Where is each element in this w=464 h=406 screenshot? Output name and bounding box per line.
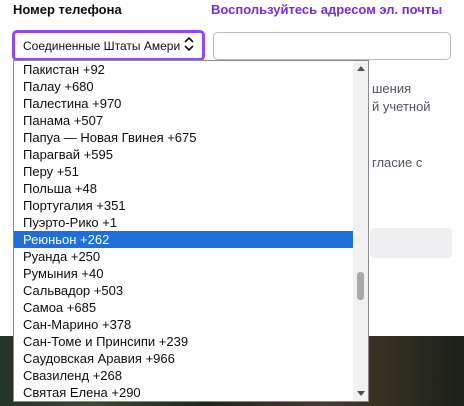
country-option[interactable]: Сальвадор +503 [14, 282, 353, 299]
country-option[interactable]: Пуэрто-Рико +1 [14, 214, 353, 231]
country-option[interactable]: Палестина +970 [14, 95, 353, 112]
triangle-up-icon[interactable] [353, 61, 368, 76]
country-select-value: Соединенные Штаты Америки +1 [23, 38, 180, 53]
dropdown-scrollbar[interactable] [353, 61, 368, 401]
country-option[interactable]: Папуа — Новая Гвинея +675 [14, 129, 353, 146]
country-option[interactable]: Руанда +250 [14, 248, 353, 265]
country-option[interactable]: Пакистан +92 [14, 61, 353, 78]
country-option[interactable]: Сан-Марино +378 [14, 316, 353, 333]
triangle-down-icon[interactable] [353, 386, 368, 401]
country-option[interactable]: Португалия +351 [14, 197, 353, 214]
scrollbar-thumb[interactable] [357, 272, 364, 300]
partial-text-line-2: й учетной [372, 99, 431, 114]
country-option[interactable]: Свазиленд +268 [14, 367, 353, 384]
country-dropdown-list[interactable]: Пакистан +92 Палау +680 Палестина +970 Пана… [13, 60, 369, 402]
country-option[interactable]: Святая Елена +290 [14, 384, 353, 401]
chevron-up-down-icon [184, 36, 194, 54]
country-option[interactable]: Парагвай +595 [14, 146, 353, 163]
country-option[interactable]: Панама +507 [14, 112, 353, 129]
country-option[interactable]: Саудовская Аравия +966 [14, 350, 353, 367]
country-option[interactable]: Сан-Томе и Принсипи +239 [14, 333, 353, 350]
partial-text-line-3: гласие с [372, 155, 423, 170]
background-field [370, 228, 452, 258]
country-option[interactable]: Перу +51 [14, 163, 353, 180]
country-option-selected[interactable]: Реюньон +262 [14, 231, 353, 248]
phone-number-input[interactable] [213, 32, 451, 60]
partial-text-line-1: шения [372, 81, 412, 96]
country-option[interactable]: Польша +48 [14, 180, 353, 197]
country-option[interactable]: Палау +680 [14, 78, 353, 95]
country-options: Пакистан +92 Палау +680 Палестина +970 Пана… [14, 61, 353, 401]
phone-number-label: Номер телефона [13, 2, 122, 17]
country-option[interactable]: Самоа +685 [14, 299, 353, 316]
country-option[interactable]: Румыния +40 [14, 265, 353, 282]
use-email-link[interactable]: Воспользуйтесь адресом эл. почты [211, 2, 442, 17]
country-code-select[interactable]: Соединенные Штаты Америки +1 [12, 30, 205, 61]
